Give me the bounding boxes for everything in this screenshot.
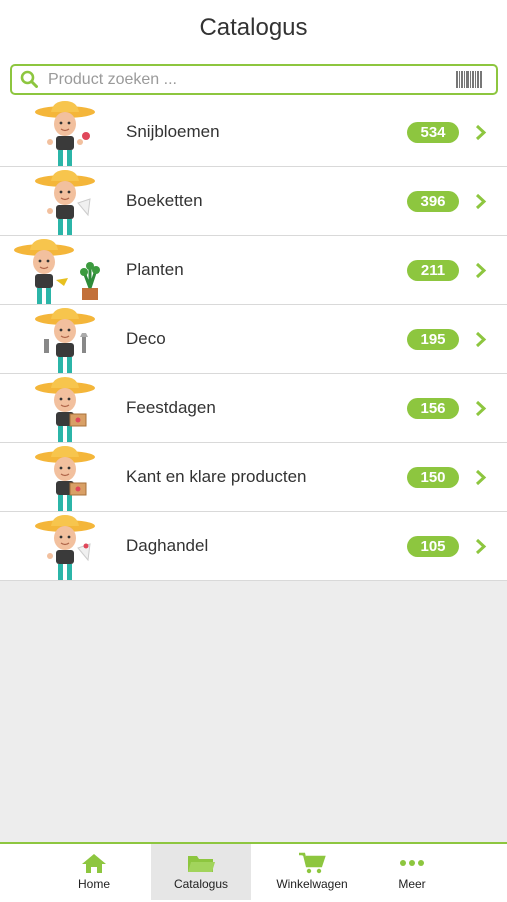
chevron-right-icon (475, 469, 487, 486)
cart-icon (299, 852, 326, 874)
more-icon (400, 860, 424, 866)
chevron-right-icon (475, 331, 487, 348)
tab-meer[interactable]: Meer (362, 844, 462, 900)
chevron-right-icon (475, 262, 487, 279)
gardener-icon (14, 239, 100, 304)
count-badge: 396 (407, 191, 459, 212)
count-badge: 195 (407, 329, 459, 350)
category-label: Daghandel (126, 536, 209, 555)
gardener-icon (35, 446, 95, 511)
home-icon (82, 854, 106, 873)
list-item[interactable]: Boeketten 396 (0, 167, 507, 236)
folder-icon (188, 856, 215, 872)
list-item[interactable]: Daghandel 105 (0, 512, 507, 581)
page-title: Catalogus (199, 14, 308, 41)
category-label: Kant en klare producten (126, 467, 307, 486)
list-item[interactable]: Snijbloemen 534 (0, 98, 507, 167)
count-badge: 211 (407, 260, 459, 281)
list-item[interactable]: Planten 211 (0, 236, 507, 305)
list-item[interactable]: Kant en klare producten 150 (0, 443, 507, 512)
tab-bar: Home Catalogus Winkelwagen Meer (0, 842, 507, 902)
chevron-right-icon (475, 124, 487, 141)
gardener-icon (35, 308, 95, 373)
category-list: Snijbloemen 534 Boeketten 396 Planten 21… (0, 98, 507, 581)
list-item[interactable]: Deco 195 (0, 305, 507, 374)
barcode-icon[interactable] (456, 71, 482, 88)
header: Catalogus (0, 0, 507, 100)
list-item[interactable]: Feestdagen 156 (0, 374, 507, 443)
category-label: Snijbloemen (126, 122, 220, 141)
tab-catalogus[interactable]: Catalogus (151, 844, 251, 900)
category-label: Deco (126, 329, 166, 348)
chevron-right-icon (475, 193, 487, 210)
category-label: Boeketten (126, 191, 203, 210)
category-label: Planten (126, 260, 184, 279)
gardener-icon (35, 377, 95, 442)
search-input[interactable] (46, 68, 450, 92)
count-badge: 105 (407, 536, 459, 557)
count-badge: 534 (407, 122, 459, 143)
chevron-right-icon (475, 538, 487, 555)
tab-home[interactable]: Home (44, 844, 144, 900)
app: Catalogus Product zoeken ... Snijbloemen… (0, 0, 507, 902)
category-label: Feestdagen (126, 398, 216, 417)
tab-label: Catalogus (173, 877, 229, 891)
search-bar[interactable] (10, 64, 498, 95)
tab-winkelwagen[interactable]: Winkelwagen (262, 844, 362, 900)
tab-label: Winkelwagen (276, 877, 348, 891)
gardener-icon (35, 515, 95, 580)
gardener-icon (35, 101, 95, 166)
tab-label: Home (77, 877, 110, 891)
tab-label: Meer (398, 877, 426, 891)
gardener-icon (35, 170, 95, 235)
count-badge: 156 (407, 398, 459, 419)
count-badge: 150 (407, 467, 459, 488)
search-icon (20, 70, 38, 88)
chevron-right-icon (475, 400, 487, 417)
